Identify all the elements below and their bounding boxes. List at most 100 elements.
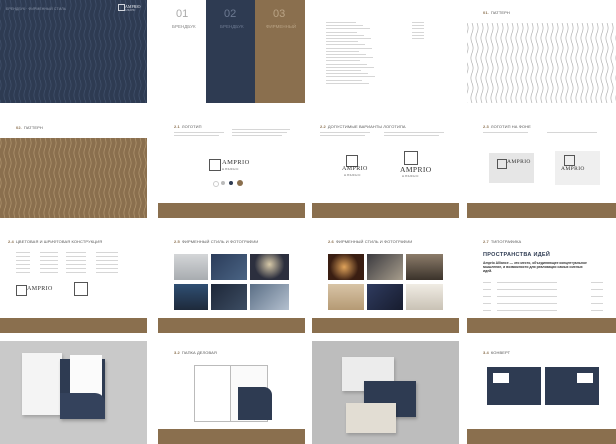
text-line (326, 76, 375, 78)
logo-page[interactable]: 2.1 ЛОГОТИП AMPRIO АЛЬЯНС (158, 115, 305, 218)
logo-variants-title: ДОПУСТИМЫЕ ВАРИАНТЫ ЛОГОТИПА (327, 124, 406, 129)
pattern-stroke (43, 0, 47, 103)
photos-1-num: 2.5 (174, 239, 180, 244)
text-line (412, 31, 424, 33)
envelope-window-2 (577, 373, 593, 383)
logo-on-bg-num: 2.3 (483, 124, 489, 129)
photo-detail (406, 284, 443, 310)
logo-wordmark: AMPRIO (222, 159, 250, 166)
tab-01-number: 01 (176, 8, 189, 20)
text-line (16, 264, 30, 265)
text-line (326, 63, 367, 65)
photos-page-2[interactable]: 2.6 ФИРМЕННЫЙ СТИЛЬ И ФОТОГРАФИИ (312, 230, 459, 333)
text-line (412, 38, 424, 39)
folder-photo-page[interactable] (0, 341, 147, 444)
photo-audience (174, 284, 208, 310)
pattern-stroke (510, 23, 514, 103)
logo-page-heading: 2.1 ЛОГОТИП (174, 124, 202, 129)
pattern-stroke (28, 0, 32, 103)
text-line (326, 60, 360, 62)
footer-band (158, 318, 305, 333)
logo-on-bg-page[interactable]: 2.3 ЛОГОТИП НА ФОНЕ AMPRIO AMPRIO (467, 115, 616, 218)
footer-band (158, 429, 305, 444)
text-line (326, 38, 371, 39)
cover-page[interactable]: БРЕНДБУК · ФИРМЕННЫЙ СТИЛЬ AMPRIO АЛЬЯНС (0, 0, 147, 103)
text-line (483, 303, 491, 304)
pattern-stroke (128, 0, 132, 103)
text-line (40, 260, 58, 261)
text-line (384, 135, 439, 136)
pattern-stroke (490, 23, 494, 103)
text-line (483, 289, 491, 290)
pattern-stroke (83, 0, 87, 103)
photo-speaker (211, 284, 247, 310)
swatch-white (213, 181, 219, 187)
divider-page[interactable]: 01 БРЕНДБУК 02 БРЕНДБУК 03 ФИРМЕННЫЙ (158, 0, 305, 103)
cover-pattern (0, 0, 147, 103)
contents-page[interactable] (312, 0, 459, 103)
pattern-page-1[interactable]: 01. ПАТТЕРН (467, 0, 616, 103)
pattern-stroke (595, 23, 599, 103)
text-line (66, 268, 86, 269)
pattern-stroke (138, 0, 142, 103)
logo-on-bg-title: ЛОГОТИП НА ФОНЕ (490, 124, 531, 129)
pattern-stroke (485, 23, 489, 103)
pattern-stroke (93, 138, 97, 218)
typography-page[interactable]: 2.7 ТИПОГРАФИКА ПРОСТРАНСТВА ИДЕЙ Amprio … (467, 230, 616, 333)
tab-01[interactable]: 01 БРЕНДБУК (158, 0, 206, 103)
logo-mark-colors-2 (74, 282, 88, 296)
pattern-stroke (0, 138, 2, 218)
logo-on-bg-heading: 2.3 ЛОГОТИП НА ФОНЕ (483, 124, 531, 129)
pattern-stroke (33, 138, 37, 218)
envelope-window (493, 373, 509, 383)
pattern-stroke (13, 138, 17, 218)
logo-variants-heading: 2.2 ДОПУСТИМЫЕ ВАРИАНТЫ ЛОГОТИПА (320, 124, 406, 129)
pattern-stroke (53, 138, 57, 218)
text-line (320, 135, 365, 136)
pattern-stroke (550, 23, 554, 103)
photo-event (367, 254, 403, 280)
pattern-stroke (103, 0, 107, 103)
footer-band (467, 429, 616, 444)
tab-03[interactable]: 03 ФИРМЕННЫЙ (255, 0, 305, 103)
pattern-page-2[interactable]: 02. ПАТТЕРН (0, 115, 147, 218)
pattern-stroke (0, 0, 2, 103)
tab-02[interactable]: 02 БРЕНДБУК (206, 0, 255, 103)
footer-band (0, 318, 147, 333)
text-line (326, 66, 374, 68)
text-line (412, 25, 424, 27)
pattern-1-graphic (467, 23, 616, 103)
pattern-stroke (58, 138, 62, 218)
pattern-stroke (128, 138, 132, 218)
pattern-stroke (88, 0, 92, 103)
text-line (497, 289, 557, 290)
text-line (40, 256, 58, 257)
text-line (174, 132, 224, 133)
photos-page-1[interactable]: 2.5 ФИРМЕННЫЙ СТИЛЬ И ФОТОГРАФИИ (158, 230, 305, 333)
photos-2-title: ФИРМЕННЫЙ СТИЛЬ И ФОТОГРАФИИ (335, 239, 413, 244)
pattern-stroke (38, 138, 42, 218)
colors-page[interactable]: 2.4 ЦВЕТОВАЯ И ШРИФТОВАЯ КОНСТРУКЦИЯ AMPR… (0, 230, 147, 333)
text-line (96, 268, 118, 269)
text-line (96, 264, 118, 265)
pattern-stroke (108, 0, 112, 103)
text-line (40, 272, 58, 273)
text-line (326, 70, 361, 71)
logo-variants-page[interactable]: 2.2 ДОПУСТИМЫЕ ВАРИАНТЫ ЛОГОТИПА AMPRIO А… (312, 115, 459, 218)
envelope-photo-page[interactable] (312, 341, 459, 444)
pattern-stroke (605, 23, 609, 103)
text-line (326, 34, 364, 36)
text-line (326, 41, 358, 43)
pattern-stroke (585, 23, 589, 103)
text-line (412, 28, 424, 30)
pattern-stroke (475, 23, 479, 103)
logo-page-title: ЛОГОТИП (181, 124, 202, 129)
pattern-stroke (133, 138, 137, 218)
text-line (40, 268, 58, 269)
folder-layout-page[interactable]: 3.2 ПАПКА ДЕЛОВАЯ (158, 341, 305, 444)
pattern-stroke (53, 0, 57, 103)
text-line (16, 268, 30, 269)
envelope-layout-page[interactable]: 3.4 КОНВЕРТ (467, 341, 616, 444)
pattern-stroke (123, 0, 127, 103)
text-line (497, 282, 557, 283)
